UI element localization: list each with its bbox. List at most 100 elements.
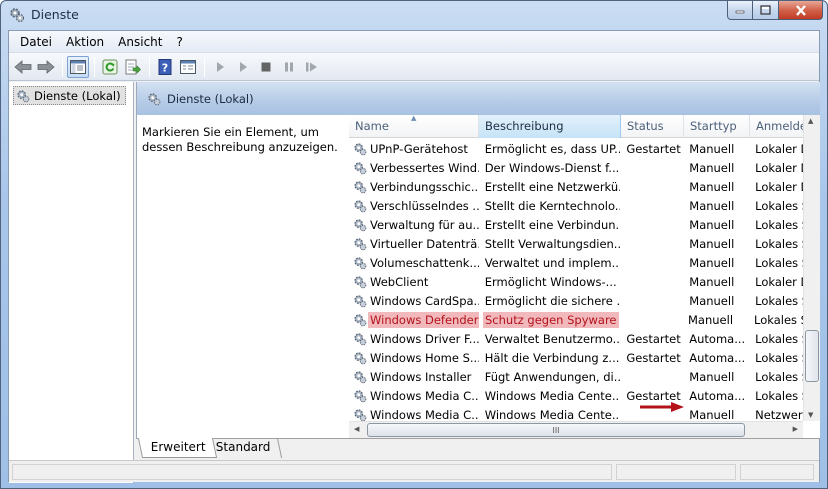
- console-tree: Dienste (Lokal): [9, 82, 134, 483]
- cell-startup-type: Manuell: [689, 141, 735, 156]
- cell-status: Gestartet: [626, 141, 681, 156]
- show-hide-tree-button[interactable]: [67, 55, 89, 78]
- menu-datei[interactable]: Datei: [13, 33, 59, 51]
- cell-logon: Lokaler D: [755, 274, 809, 289]
- toolbar-separator: [149, 56, 150, 77]
- table-row[interactable]: Windows Defender Schutz gegen Spyware ...…: [349, 310, 809, 329]
- service-gear-icon: [354, 332, 367, 345]
- cell-logon: Lokales S: [755, 236, 809, 251]
- cell-name: Virtueller Datenträ...: [349, 237, 479, 251]
- table-row[interactable]: Volumeschattenk... Verwaltet und implem..…: [349, 253, 809, 272]
- cell-name: WebClient: [349, 275, 479, 289]
- cell-description: Erstellt eine Netzwerkü...: [484, 179, 621, 194]
- cell-description: Stellt Verwaltungsdien...: [484, 236, 621, 251]
- horizontal-scrollbar[interactable]: ◀ III ▶: [349, 421, 803, 438]
- status-bar: [9, 460, 819, 482]
- column-headers: ▲ Name Beschreibung Status Starttyp Anme…: [349, 115, 820, 138]
- horizontal-scroll-thumb[interactable]: III: [367, 423, 745, 437]
- cell-name: Windows Installer: [349, 370, 479, 384]
- help-icon: ?: [158, 58, 172, 75]
- cell-description: Hält die Verbindung z...: [484, 350, 620, 365]
- scroll-right-icon[interactable]: ▶: [793, 425, 798, 433]
- menu-ansicht[interactable]: Ansicht: [111, 33, 169, 51]
- scroll-left-icon[interactable]: ◀: [354, 425, 359, 433]
- vertical-scroll-thumb[interactable]: [805, 330, 819, 382]
- help-button[interactable]: ?: [154, 56, 176, 78]
- service-gear-icon: [354, 370, 367, 383]
- table-row[interactable]: Verwaltung für au... Erstellt eine Verbin…: [349, 215, 809, 234]
- cell-logon: Lokales S: [755, 331, 809, 346]
- export-icon: [125, 59, 141, 74]
- column-header-description[interactable]: Beschreibung: [479, 115, 621, 138]
- stop-service-button[interactable]: [255, 56, 277, 78]
- table-row[interactable]: Virtueller Datenträ... Stellt Verwaltungs…: [349, 234, 809, 253]
- table-row[interactable]: Verbindungsschic... Erstellt eine Netzwer…: [349, 177, 809, 196]
- service-gear-icon: [354, 218, 367, 231]
- service-gear-icon: [354, 351, 367, 364]
- menu-help[interactable]: ?: [169, 33, 189, 51]
- refresh-button[interactable]: [99, 56, 121, 78]
- scroll-down-icon[interactable]: ▼: [808, 411, 813, 419]
- column-header-status[interactable]: Status: [621, 115, 684, 138]
- services-window: Dienste Datei Aktion Ansicht ? ? Dienste…: [0, 0, 828, 489]
- table-row[interactable]: Windows CardSpa... Ermöglicht die sichere…: [349, 291, 809, 310]
- column-header-name[interactable]: ▲ Name: [349, 115, 479, 138]
- export-button[interactable]: [122, 56, 144, 78]
- restart-service-button[interactable]: [301, 56, 323, 78]
- table-row[interactable]: UPnP-Gerätehost Ermöglicht es, dass UP...…: [349, 139, 809, 158]
- table-row[interactable]: WebClient Ermöglicht Windows-... Manuell Lo…: [349, 272, 809, 291]
- maximize-button[interactable]: [753, 1, 779, 20]
- cell-description: Fügt Anwendungen, di...: [484, 369, 621, 384]
- toolbar-separator: [204, 56, 205, 77]
- cell-logon: Lokales S: [755, 350, 809, 365]
- column-header-startup-type[interactable]: Starttyp: [684, 115, 750, 138]
- table-row[interactable]: Windows Media C... Windows Media Cente...…: [349, 386, 809, 405]
- cell-name: Volumeschattenk...: [349, 256, 479, 270]
- pause-service-button[interactable]: [278, 56, 300, 78]
- service-rows: UPnP-Gerätehost Ermöglicht es, dass UP...…: [349, 139, 809, 424]
- view-tabs: Erweitert Standard: [136, 438, 819, 460]
- sort-ascending-icon: ▲: [411, 115, 417, 122]
- table-row[interactable]: Windows Installer Fügt Anwendungen, di...…: [349, 367, 809, 386]
- service-gear-icon: [354, 199, 367, 212]
- table-row[interactable]: Verschlüsselndes ... Stellt die Kerntechn…: [349, 196, 809, 215]
- cell-description: Verwaltet Benutzermo...: [484, 331, 621, 346]
- tree-item-services-local[interactable]: Dienste (Lokal): [13, 86, 126, 105]
- scroll-up-icon[interactable]: ▲: [808, 117, 813, 125]
- title-bar[interactable]: Dienste: [1, 1, 827, 29]
- toolbar-separator: [62, 56, 63, 77]
- table-row[interactable]: Windows Driver F... Verwaltet Benutzermo.…: [349, 329, 809, 348]
- properties-icon: [180, 59, 196, 74]
- cell-startup-type: Manuell: [689, 274, 735, 289]
- show-hide-tree-icon: [70, 59, 86, 74]
- services-gear-icon: [148, 92, 161, 105]
- tab-standard[interactable]: Standard: [203, 438, 282, 458]
- table-row[interactable]: Windows Home S... Hält die Verbindung z..…: [349, 348, 809, 367]
- client-area: Datei Aktion Ansicht ? ? Dienste (Lokal)…: [8, 30, 820, 483]
- cell-name: Windows Media C...: [349, 389, 479, 403]
- cell-description: Erstellt eine Verbindun...: [484, 217, 621, 232]
- menu-aktion[interactable]: Aktion: [59, 33, 111, 51]
- start-service-button[interactable]: [209, 56, 231, 78]
- vertical-scrollbar[interactable]: ▲ ▼: [803, 115, 820, 421]
- cell-logon: Lokaler D: [755, 179, 809, 194]
- forward-icon: [37, 59, 55, 74]
- properties-button[interactable]: [177, 56, 199, 78]
- service-gear-icon: [354, 180, 367, 193]
- stop-icon: [261, 62, 271, 71]
- forward-button[interactable]: [35, 56, 57, 78]
- cell-startup-type: Manuell: [689, 179, 735, 194]
- minimize-button[interactable]: [727, 1, 753, 20]
- cell-startup-type: Manuell: [689, 293, 735, 308]
- table-row[interactable]: Verbessertes Wind... Der Windows-Dienst f…: [349, 158, 809, 177]
- services-gear-icon: [17, 89, 30, 102]
- services-pane: Dienste (Lokal) Markieren Sie ein Elemen…: [136, 82, 820, 438]
- cell-name: Windows Driver F...: [349, 332, 479, 346]
- close-button[interactable]: [779, 1, 823, 20]
- back-icon: [14, 59, 32, 74]
- window-title: Dienste: [31, 7, 79, 22]
- service-gear-icon: [354, 237, 367, 250]
- start-service-alt-button[interactable]: [232, 56, 254, 78]
- back-button[interactable]: [12, 56, 34, 78]
- cell-name: UPnP-Gerätehost: [349, 142, 479, 156]
